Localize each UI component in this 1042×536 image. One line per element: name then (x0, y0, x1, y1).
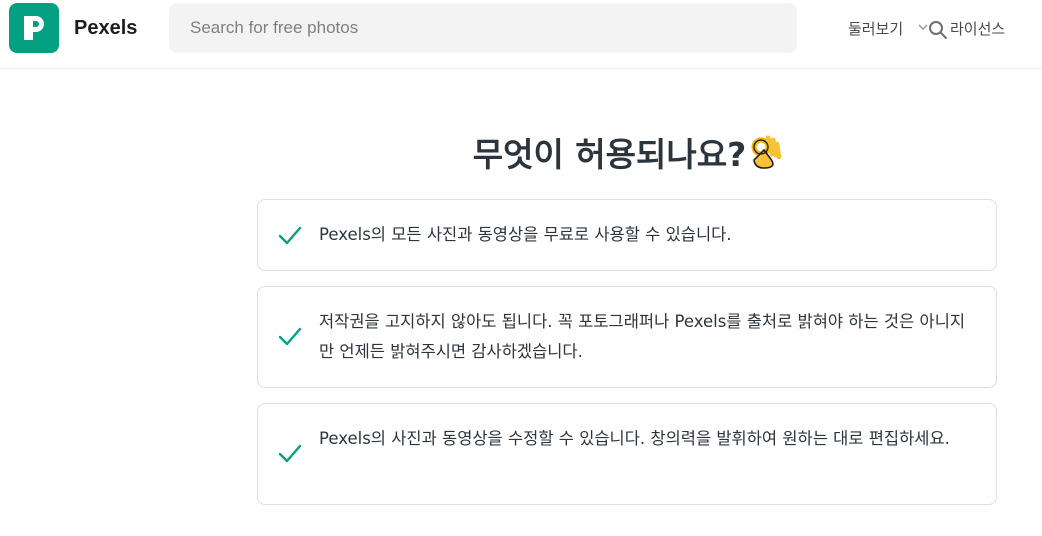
page-heading: 무엇이 허용되나요? (258, 128, 997, 178)
chevron-down-icon[interactable] (918, 23, 928, 31)
ok-hand-icon (748, 132, 782, 178)
allowed-item-text: 저작권을 고지하지 않아도 됩니다. 꼭 포토그래퍼나 Pexels를 출처로 … (319, 312, 966, 361)
checkmark-icon (278, 327, 302, 346)
allowed-item-2: 저작권을 고지하지 않아도 됩니다. 꼭 포토그래퍼나 Pexels를 출처로 … (257, 286, 997, 388)
allowed-item-text: Pexels의 모든 사진과 동영상을 무료로 사용할 수 있습니다. (319, 225, 732, 244)
checkmark-icon (278, 226, 302, 245)
brand-name[interactable]: Pexels (74, 17, 137, 40)
pexels-logo-icon[interactable] (9, 3, 59, 53)
nav-license-link[interactable]: 라이선스 (950, 18, 1005, 39)
search-icon[interactable] (928, 20, 948, 40)
top-navbar: Pexels 둘러보기 라이선스 (0, 0, 1042, 69)
search-bar (169, 3, 947, 53)
page-heading-text: 무엇이 허용되나요? (472, 135, 747, 174)
allowed-item-3: Pexels의 사진과 동영상을 수정할 수 있습니다. 창의력을 발휘하여 원… (257, 403, 997, 505)
search-input[interactable] (169, 3, 749, 53)
allowed-item-text: Pexels의 사진과 동영상을 수정할 수 있습니다. 창의력을 발휘하여 원… (319, 429, 950, 448)
checkmark-icon (278, 444, 302, 463)
nav-explore-menu[interactable]: 둘러보기 (848, 18, 903, 39)
allowed-item-1: Pexels의 모든 사진과 동영상을 무료로 사용할 수 있습니다. (257, 199, 997, 271)
